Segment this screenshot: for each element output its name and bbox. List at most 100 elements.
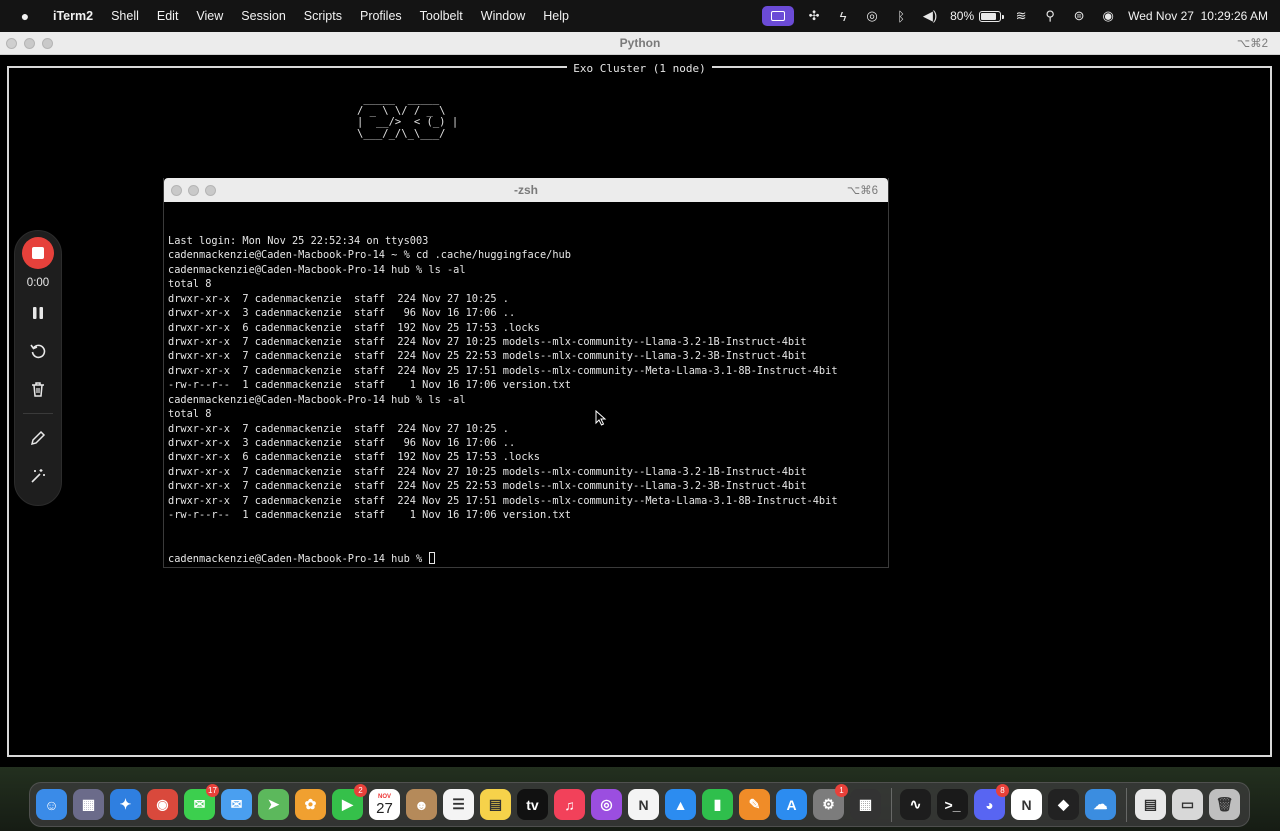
podcasts-glyph: ◎ (600, 796, 613, 812)
menu-window[interactable]: Window (472, 9, 534, 23)
outer-window-titlebar[interactable]: Python ⌥⌘2 (0, 32, 1280, 55)
airplay-icon[interactable]: ◎ (863, 8, 881, 24)
dock-keynote-icon[interactable]: ▲ (665, 789, 696, 820)
control-center-icon[interactable]: ⊜ (1070, 8, 1088, 24)
terminal-line: cadenmackenzie@Caden-Macbook-Pro-14 ~ % … (168, 249, 571, 262)
menubar-clock[interactable]: Wed Nov 27 10:29:26 AM (1128, 9, 1268, 23)
dock-facetime-icon[interactable]: ▶ 2 (332, 784, 367, 820)
dock-calculator-icon[interactable]: ▦ (850, 789, 881, 820)
zsh-terminal-window[interactable]: -zsh ⌥⌘6 Last login: Mon Nov 25 22:52:34… (163, 178, 889, 568)
draw-button[interactable] (24, 424, 52, 452)
numbers-glyph: ▮ (713, 796, 722, 812)
terminal-prompt-line[interactable]: cadenmackenzie@Caden-Macbook-Pro-14 hub … (168, 551, 884, 566)
terminal-line: drwxr-xr-x 3 cadenmackenzie staff 96 Nov… (168, 437, 516, 450)
terminal-line: drwxr-xr-x 6 cadenmackenzie staff 192 No… (168, 321, 540, 334)
menu-app-name[interactable]: iTerm2 (44, 9, 102, 23)
screen-recorder-toolbar: 0:00 (14, 230, 62, 506)
recording-timer: 0:00 (26, 277, 50, 289)
dock-folder-stack-icon[interactable]: ▭ (1172, 789, 1203, 820)
dock-news-icon[interactable]: N (628, 789, 659, 820)
menu-shell[interactable]: Shell (102, 9, 148, 23)
menu-view[interactable]: View (187, 9, 232, 23)
terminal-line: drwxr-xr-x 7 cadenmackenzie staff 224 No… (168, 292, 509, 305)
pages-glyph: ✎ (748, 796, 761, 812)
dock-weather-icon[interactable]: ☁ (1085, 789, 1116, 820)
terminal-line: cadenmackenzie@Caden-Macbook-Pro-14 hub … (168, 263, 466, 276)
mail-glyph: ✉ (230, 796, 243, 812)
wifi-icon[interactable]: ≋ (1012, 8, 1030, 24)
keynote-glyph: ▲ (673, 796, 688, 813)
notification-badge: 17 (206, 784, 219, 797)
dock-app-store-icon[interactable]: A (776, 789, 807, 820)
menu-bar: ● iTerm2 Shell Edit View Session Scripts… (0, 0, 1280, 32)
dock-mail-icon[interactable]: ✉ (221, 789, 252, 820)
photos-glyph: ✿ (304, 796, 317, 812)
menu-edit[interactable]: Edit (148, 9, 188, 23)
pause-recording-button[interactable] (24, 299, 52, 327)
document-stack-glyph: ▤ (1143, 796, 1158, 812)
dock-activity-monitor-icon[interactable]: ∿ (900, 789, 931, 820)
dock-photos-icon[interactable]: ✿ (295, 789, 326, 820)
dock-iterm-cube-icon[interactable]: ◆ (1048, 789, 1079, 820)
pinwheel-icon[interactable]: ✣ (805, 8, 823, 24)
dock-notion-icon[interactable]: N (1011, 789, 1042, 820)
menu-scripts[interactable]: Scripts (295, 9, 351, 23)
reminders-glyph: ☰ (452, 796, 465, 812)
volume-icon[interactable]: ◀) (921, 8, 939, 24)
dock-chrome-icon[interactable]: ◉ (147, 789, 178, 820)
dock-notes-icon[interactable]: ▤ (480, 789, 511, 820)
dock-launchpad-icon[interactable]: ▦ (73, 789, 104, 820)
dock-numbers-icon[interactable]: ▮ (702, 789, 733, 820)
dock-apps: ☺ ▦ ✦ ◉ ✉ 17 ✉ ➤ ✿ ▶ 2 NOV 27 ☻ ☰ ▤ tv ♫ ◎ N ▲ ▮ ✎ A ⚙ 1 ▦ (36, 784, 887, 820)
dock-apps-recent: ∿ >_ ◕ 8 N ◆ ☁ (900, 784, 1122, 820)
effects-button[interactable] (24, 462, 52, 490)
battery-indicator[interactable]: 80% (950, 9, 1005, 23)
outer-window-shortcut: ⌥⌘2 (1236, 38, 1268, 50)
dock-separator (1126, 787, 1127, 822)
menu-help[interactable]: Help (534, 9, 578, 23)
dock-calendar-icon[interactable]: NOV 27 (369, 789, 400, 820)
zsh-window-titlebar[interactable]: -zsh ⌥⌘6 (164, 178, 888, 202)
dock-discord-icon[interactable]: ◕ 8 (974, 784, 1009, 820)
terminal-line: drwxr-xr-x 7 cadenmackenzie staff 224 No… (168, 465, 807, 478)
terminal-line: drwxr-xr-x 3 cadenmackenzie staff 96 Nov… (168, 307, 516, 320)
screen-recording-icon[interactable] (762, 6, 795, 26)
dock-podcasts-icon[interactable]: ◎ (591, 789, 622, 820)
dock-document-stack-icon[interactable]: ▤ (1135, 789, 1166, 820)
dock-maps-icon[interactable]: ➤ (258, 789, 289, 820)
dock-safari-icon[interactable]: ✦ (110, 789, 141, 820)
dock-messages-icon[interactable]: ✉ 17 (184, 784, 219, 820)
menu-profiles[interactable]: Profiles (351, 9, 411, 23)
dock-system-settings-icon[interactable]: ⚙ 1 (813, 784, 848, 820)
spotlight-search-icon[interactable]: ⚲ (1041, 8, 1059, 24)
menu-session[interactable]: Session (232, 9, 294, 23)
terminal-line: cadenmackenzie@Caden-Macbook-Pro-14 hub … (168, 393, 466, 406)
restart-recording-button[interactable] (24, 337, 52, 365)
toolbar-divider (23, 413, 53, 414)
trash-glyph: 🗑 (1215, 796, 1234, 812)
dock-separator (891, 787, 892, 822)
stop-recording-button[interactable] (22, 237, 54, 269)
menu-toolbelt[interactable]: Toolbelt (411, 9, 472, 23)
bolt-icon[interactable]: ϟ (834, 9, 852, 24)
delete-recording-button[interactable] (24, 375, 52, 403)
trash-icon (32, 382, 44, 397)
terminal-output[interactable]: Last login: Mon Nov 25 22:52:34 on ttys0… (164, 202, 888, 598)
siri-icon[interactable]: ◉ (1099, 8, 1117, 24)
terminal-line: drwxr-xr-x 7 cadenmackenzie staff 224 No… (168, 350, 807, 363)
dock-reminders-icon[interactable]: ☰ (443, 789, 474, 820)
notion-glyph: N (1021, 796, 1032, 813)
finder-glyph: ☺ (44, 796, 59, 813)
terminal-line: drwxr-xr-x 6 cadenmackenzie staff 192 No… (168, 451, 540, 464)
dock-apple-tv-icon[interactable]: tv (517, 789, 548, 820)
dock-contacts-icon[interactable]: ☻ (406, 789, 437, 820)
dock-trash-icon[interactable]: 🗑 (1209, 789, 1240, 820)
bluetooth-icon[interactable]: ᛒ (892, 9, 910, 24)
dock-pages-icon[interactable]: ✎ (739, 789, 770, 820)
terminal-line: total 8 (168, 408, 212, 421)
dock-terminal-icon[interactable]: >_ (937, 789, 968, 820)
dock-music-icon[interactable]: ♫ (554, 789, 585, 820)
apple-menu-icon[interactable]: ● (16, 8, 34, 24)
terminal-line: drwxr-xr-x 7 cadenmackenzie staff 224 No… (168, 335, 807, 348)
dock-finder-icon[interactable]: ☺ (36, 789, 67, 820)
